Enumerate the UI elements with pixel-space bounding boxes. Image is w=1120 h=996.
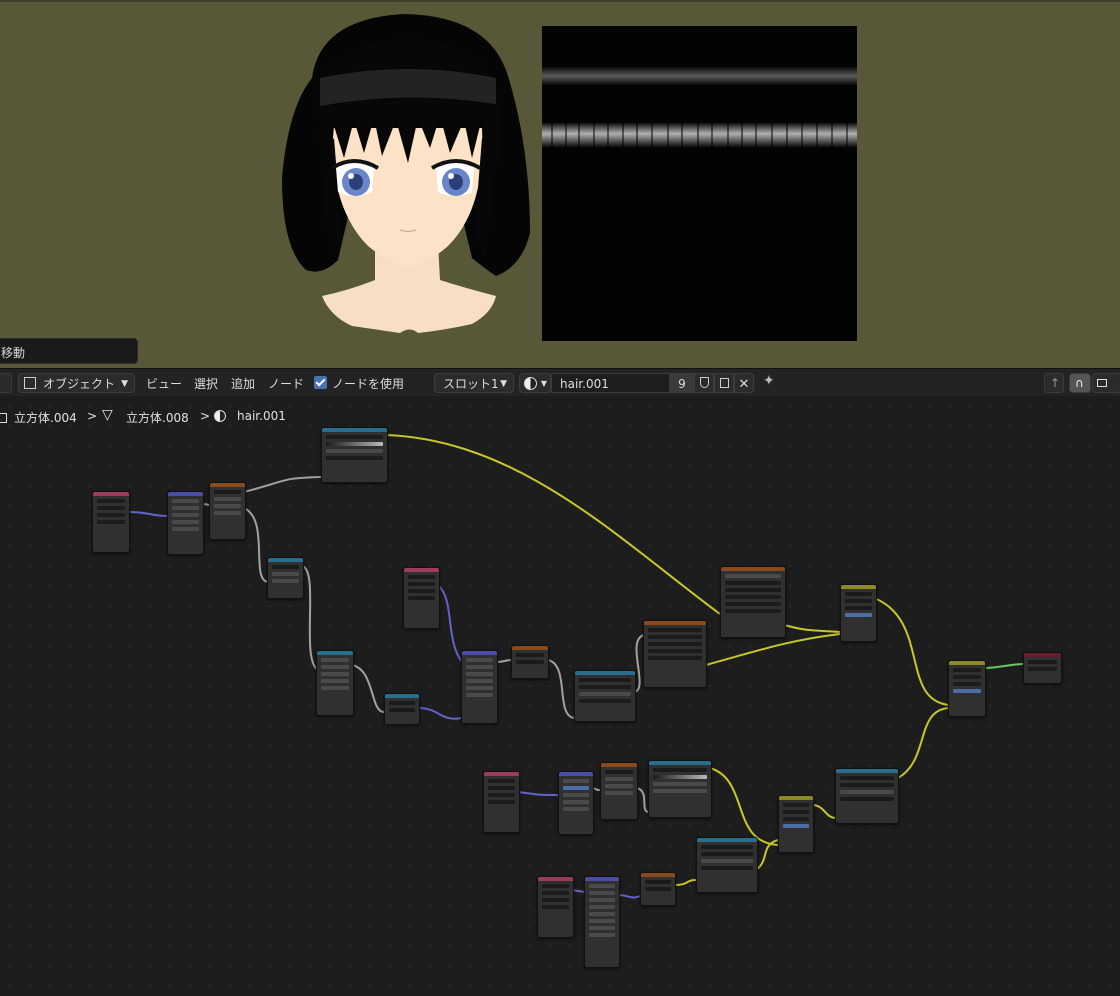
separate-xyz-node[interactable] [209,482,246,540]
material-sphere-icon [524,377,537,390]
mix-shader-node-2[interactable] [778,795,814,853]
separate-node-2[interactable] [511,645,549,679]
material-name-field[interactable]: hair.001 [551,373,670,393]
mapping-node-4[interactable] [584,876,620,968]
node-editor-header: オブジェクト ▼ ビュー 選択 追加 ノード ノードを使用 スロット1 ▼ ▼ … [0,368,1120,397]
operator-label: 移動 [1,346,26,360]
snap-grid-icon [1097,379,1107,387]
menu-node[interactable]: ノード [268,375,304,392]
slot-label: スロット1 [443,377,499,391]
mix-rgb-node-1[interactable] [643,620,707,688]
area-divider [0,0,1120,2]
mix-shader-node-1[interactable] [840,584,877,642]
mapping-node[interactable] [167,491,204,555]
color-ramp-node-5[interactable] [696,837,758,893]
material-sphere-icon [214,410,226,422]
shield-icon [700,377,709,388]
fake-user-button[interactable] [694,373,714,393]
chevron-right-icon: > [87,409,98,423]
copy-icon [720,378,729,388]
last-operator-panel[interactable]: 移動 [0,338,138,364]
color-ramp-node-4[interactable] [835,768,899,824]
color-ramp-node-top[interactable] [321,427,388,483]
mode-dropdown[interactable]: オブジェクト ▼ [18,373,135,393]
material-browse-button[interactable]: ▼ [519,373,551,393]
chevron-down-icon: ▼ [540,379,547,388]
separate-node-3[interactable] [600,762,638,820]
chevron-down-icon: ▼ [500,379,507,389]
material-output-node[interactable] [1023,652,1062,684]
breadcrumb-mesh: 立方体.008 [126,411,189,425]
duplicate-material-button[interactable] [714,373,734,393]
user-count: 9 [678,377,686,391]
slot-dropdown[interactable]: スロット1 ▼ [434,373,514,393]
color-ramp-node-3[interactable] [648,760,712,818]
menu-view[interactable]: ビュー [146,375,182,392]
mesh-icon: ▽ [102,407,113,423]
color-ramp-node-2[interactable] [574,670,636,722]
close-icon: ✕ [738,377,750,392]
texture-coordinate-node-3[interactable] [483,771,520,833]
menu-select[interactable]: 選択 [194,375,218,392]
texture-coordinate-node-4[interactable] [537,876,574,938]
chevron-right-icon: > [200,409,211,423]
snap-mode-dropdown[interactable] [1092,373,1120,393]
math-node-2[interactable] [316,650,354,716]
editor-type-dropdown[interactable] [0,373,12,393]
menu-add[interactable]: 追加 [231,375,255,392]
magnet-icon: ∩ [1075,376,1084,390]
image-texture-node[interactable] [720,566,786,638]
user-count-button[interactable]: 9 [670,373,694,393]
texture-coordinate-node-2[interactable] [403,567,440,629]
material-name-text: hair.001 [560,377,609,391]
use-nodes-checkbox[interactable] [314,376,327,389]
breadcrumb-material: hair.001 [237,409,286,423]
math-node-1[interactable] [267,557,304,599]
mapping-node-3[interactable] [558,771,594,835]
breadcrumb-object: 立方体.004 [14,411,77,425]
3d-viewport[interactable]: 移動 [0,0,1120,368]
separate-node-4[interactable] [640,872,676,906]
pin-icon[interactable]: ✦ [763,373,775,389]
character-model[interactable] [260,8,550,338]
use-nodes-label[interactable]: ノードを使用 [332,375,404,392]
snap-toggle[interactable]: ∩ [1069,373,1091,393]
object-icon [0,413,7,423]
object-mode-icon [24,377,36,389]
mapping-node-2[interactable] [461,650,498,724]
texture-coordinate-node[interactable] [92,491,130,553]
chevron-down-icon: ▼ [121,379,128,389]
mode-label: オブジェクト [43,377,116,391]
mix-shader-node-final[interactable] [948,660,986,717]
unlink-material-button[interactable]: ✕ [734,373,754,393]
parent-node-tree-button[interactable]: ↑ [1044,373,1064,393]
hair-texture-preview [542,26,857,341]
arrow-up-icon: ↑ [1050,376,1061,390]
math-node-3[interactable] [384,693,420,725]
